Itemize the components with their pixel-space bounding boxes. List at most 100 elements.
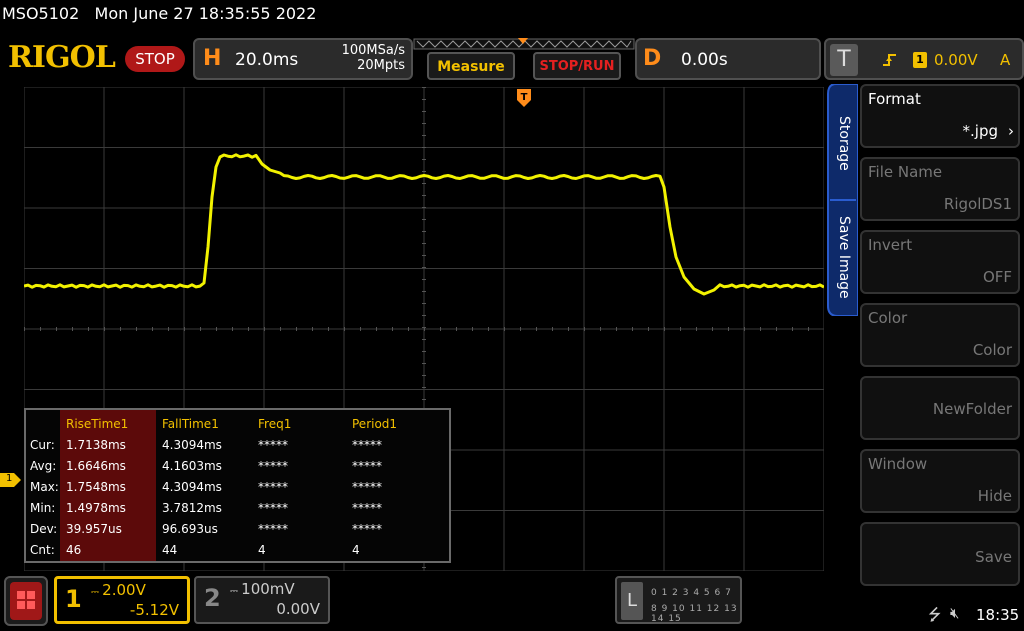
dc-coupling-icon: ⎓ xyxy=(230,586,242,597)
delay-box[interactable]: D 0.00s xyxy=(635,38,821,80)
table-cell: 4.3094ms xyxy=(162,480,222,494)
save-button[interactable]: Save xyxy=(860,522,1020,586)
row-label: Dev: xyxy=(30,522,58,536)
channel1-number: 1 xyxy=(65,585,82,613)
sample-rate: 100MSa/s xyxy=(341,43,405,58)
run-state-indicator[interactable]: STOP xyxy=(125,46,185,72)
measure-button[interactable]: Measure xyxy=(427,52,515,80)
logic-channels-high: 8 9 10 11 12 13 14 15 xyxy=(651,604,738,624)
format-label: Format xyxy=(868,90,921,108)
row-label: Max: xyxy=(30,480,59,494)
table-cell: ***** xyxy=(352,480,382,494)
stop-run-button[interactable]: STOP/RUN xyxy=(533,52,621,80)
color-label: Color xyxy=(868,309,908,327)
channel2-box[interactable]: 2 ⎓ 100mV 0.00V xyxy=(194,576,330,624)
speaker-muted-icon[interactable]: 🔇︎ xyxy=(950,604,959,622)
table-cell: 44 xyxy=(162,543,178,557)
tab-storage[interactable]: Storage xyxy=(834,116,854,186)
file-name-value: RigolDS1 xyxy=(943,195,1012,213)
trigger-letter: T xyxy=(830,44,858,76)
table-cell: ***** xyxy=(352,438,382,452)
table-cell: 4.3094ms xyxy=(162,438,222,452)
usb-icon: ⭍ xyxy=(928,605,942,624)
trigger-mode: A xyxy=(1000,51,1011,69)
table-cell: 1.7138ms xyxy=(66,438,126,452)
table-cell: 96.693us xyxy=(162,522,218,536)
file-name-label: File Name xyxy=(868,163,943,181)
channel1-marker-label: 1 xyxy=(6,473,13,484)
measurement-grid: RiseTime1 FallTime1 Freq1 Period1 Cur: A… xyxy=(26,410,449,561)
measurement-table: RiseTime1 FallTime1 Freq1 Period1 Cur: A… xyxy=(24,408,451,563)
new-folder-button[interactable]: NewFolder xyxy=(860,376,1020,440)
chevron-right-icon: › xyxy=(1008,122,1014,140)
row-label: Min: xyxy=(30,501,56,515)
delay-letter: D xyxy=(643,46,662,71)
channel1-scale-value: 2.00V xyxy=(102,581,146,599)
channel1-box[interactable]: 1 ⎓ 2.00V -5.12V xyxy=(54,576,190,624)
memory-position-bar xyxy=(413,38,635,50)
svg-text:T: T xyxy=(521,92,528,103)
tab-save-image-label: Save Image xyxy=(836,216,852,299)
window-value: Hide xyxy=(977,487,1012,505)
invert-value: OFF xyxy=(982,268,1012,286)
table-cell: 3.7812ms xyxy=(162,501,222,515)
horizontal-timebase-box[interactable]: H 20.0ms 100MSa/s 20Mpts xyxy=(193,38,413,80)
dc-coupling-icon: ⎓ xyxy=(91,587,103,598)
delay-value: 0.00s xyxy=(681,50,728,70)
table-cell: ***** xyxy=(258,522,288,536)
clock: 18:35 xyxy=(976,606,1020,624)
column-header: Freq1 xyxy=(258,417,292,431)
file-name-button[interactable]: File Name RigolDS1 xyxy=(860,157,1020,221)
new-folder-value: NewFolder xyxy=(932,400,1012,418)
table-cell: ***** xyxy=(258,438,288,452)
table-cell: 46 xyxy=(66,543,82,557)
tab-storage-label: Storage xyxy=(836,116,852,171)
trigger-position-marker: T xyxy=(517,89,531,107)
table-cell: 4 xyxy=(258,543,266,557)
row-label: Avg: xyxy=(30,459,57,473)
table-cell: 1.6646ms xyxy=(66,459,126,473)
column-header: RiseTime1 xyxy=(66,417,129,431)
trigger-source: 1 xyxy=(913,52,927,68)
logic-letter: L xyxy=(621,582,643,620)
color-value: Color xyxy=(972,341,1012,359)
save-value: Save xyxy=(975,548,1012,566)
channel2-number: 2 xyxy=(204,584,221,612)
logic-analyzer-box[interactable]: L 0 1 2 3 4 5 6 7 8 9 10 11 12 13 14 15 xyxy=(615,576,742,624)
channel1-scale: ⎓ 2.00V xyxy=(91,581,146,599)
rising-edge-icon xyxy=(882,52,898,72)
table-cell: ***** xyxy=(258,501,288,515)
rigol-logo: RIGOL xyxy=(8,40,116,75)
table-cell: 4 xyxy=(352,543,360,557)
channel2-scale-value: 100mV xyxy=(241,580,295,598)
horizontal-letter: H xyxy=(203,46,222,71)
tab-save-image[interactable]: Save Image xyxy=(834,216,854,306)
invert-button[interactable]: Invert OFF xyxy=(860,230,1020,294)
column-header: Period1 xyxy=(352,417,398,431)
menu-button[interactable] xyxy=(4,576,48,626)
table-cell: ***** xyxy=(352,459,382,473)
format-button[interactable]: Format *.jpg › xyxy=(860,84,1020,148)
table-cell: 1.7548ms xyxy=(66,480,126,494)
channel2-scale: ⎓ 100mV xyxy=(230,580,295,598)
trigger-box[interactable]: T 1 0.00V A xyxy=(824,38,1024,80)
table-cell: ***** xyxy=(352,522,382,536)
format-value: *.jpg xyxy=(962,122,998,140)
table-cell: ***** xyxy=(258,480,288,494)
row-label: Cur: xyxy=(30,438,55,452)
color-button[interactable]: Color Color xyxy=(860,303,1020,367)
table-cell: ***** xyxy=(258,459,288,473)
window-button[interactable]: Window Hide xyxy=(860,449,1020,513)
datetime: Mon June 27 18:35:55 2022 xyxy=(94,4,317,23)
table-cell: 1.4978ms xyxy=(66,501,126,515)
memory-depth: 20Mpts xyxy=(357,58,405,73)
table-cell: ***** xyxy=(352,501,382,515)
column-header: FallTime1 xyxy=(162,417,219,431)
channel1-offset: -5.12V xyxy=(129,601,179,619)
invert-label: Invert xyxy=(868,236,913,254)
table-cell: 4.1603ms xyxy=(162,459,222,473)
grid-menu-icon xyxy=(10,582,42,620)
window-label: Window xyxy=(868,455,928,473)
trigger-level: 0.00V xyxy=(934,51,978,69)
table-cell: 39.957us xyxy=(66,522,122,536)
